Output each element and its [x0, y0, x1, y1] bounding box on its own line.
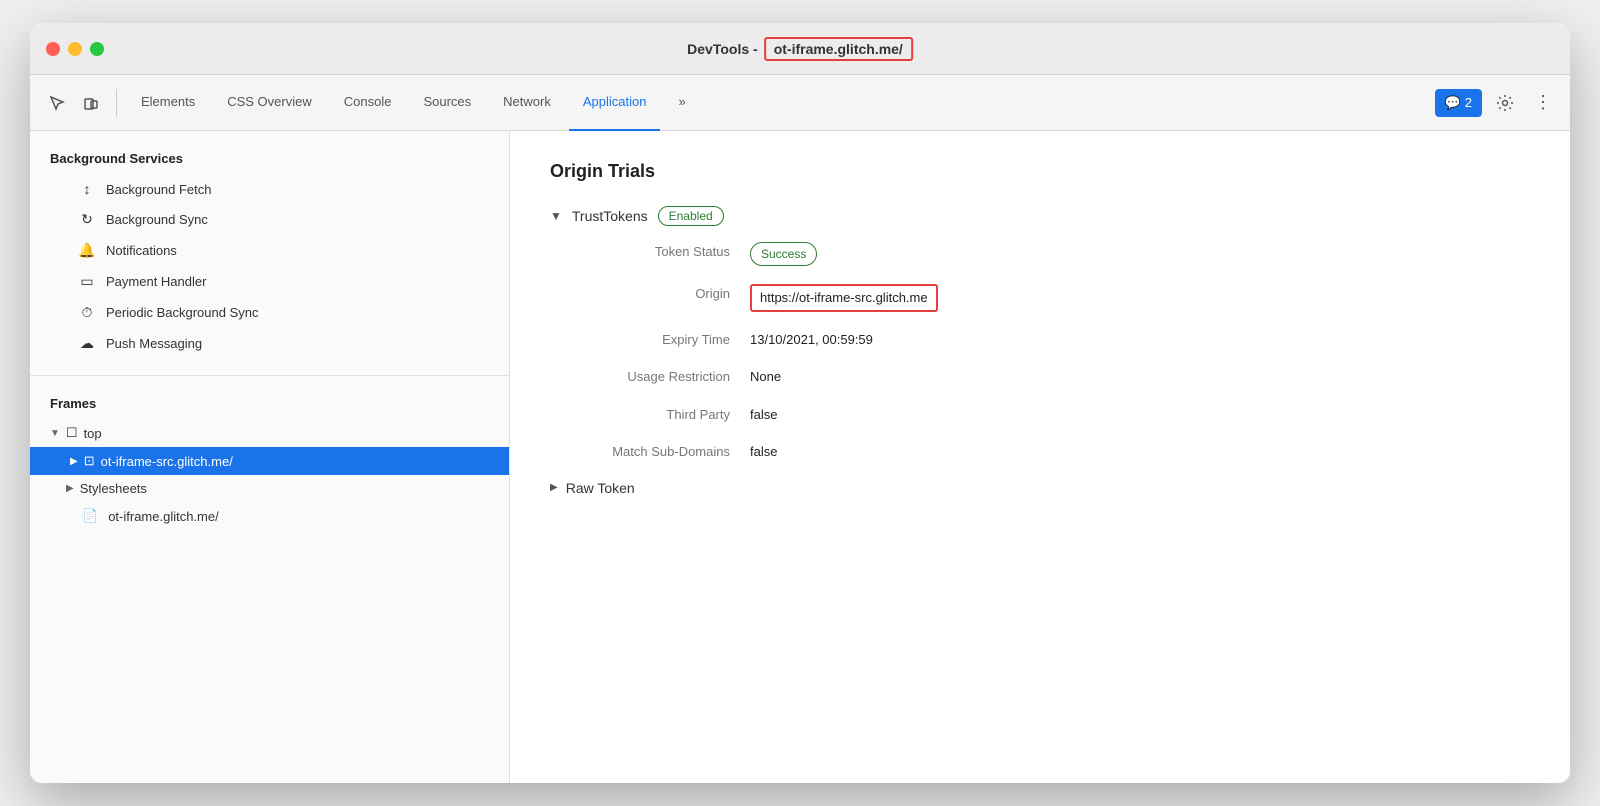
chat-icon: 💬	[1445, 95, 1461, 111]
origin-row: Origin https://ot-iframe-src.glitch.me	[550, 284, 1530, 312]
expiry-value: 13/10/2021, 00:59:59	[750, 330, 873, 350]
expiry-row: Expiry Time 13/10/2021, 00:59:59	[550, 330, 1530, 350]
tab-console[interactable]: Console	[330, 75, 406, 131]
frame-box-icon: ☐	[66, 425, 78, 441]
usage-label: Usage Restriction	[550, 367, 750, 387]
tab-elements[interactable]: Elements	[127, 75, 209, 131]
push-messaging-icon: ☁	[78, 335, 96, 352]
trial-name: TrustTokens	[572, 208, 648, 224]
content-panel: Origin Trials ▼ TrustTokens Enabled Toke…	[510, 131, 1570, 783]
sidebar-item-background-fetch[interactable]: ↕ Background Fetch	[30, 174, 509, 204]
traffic-lights	[46, 42, 104, 56]
titlebar-url: ot-iframe.glitch.me/	[764, 37, 913, 61]
expand-arrow-icon: ▶	[70, 456, 78, 467]
trial-section: ▼ TrustTokens Enabled Token Status Succe…	[550, 206, 1530, 496]
toolbar: Elements CSS Overview Console Sources Ne…	[30, 75, 1570, 131]
frame-top-label: top	[84, 426, 102, 441]
main-area: Background Services ↕ Background Fetch ↻…	[30, 131, 1570, 783]
sidebar-item-label: Payment Handler	[106, 274, 206, 289]
sidebar-item-label: Background Sync	[106, 212, 208, 227]
sidebar-item-label: Notifications	[106, 243, 177, 258]
background-services-title: Background Services	[30, 147, 509, 174]
titlebar-center: DevTools - ot-iframe.glitch.me/	[687, 37, 913, 61]
trial-arrow-icon: ▼	[550, 209, 562, 223]
third-party-row: Third Party false	[550, 405, 1530, 425]
file-icon: 📄	[82, 508, 98, 524]
token-status-value: Success	[750, 242, 817, 266]
usage-row: Usage Restriction None	[550, 367, 1530, 387]
tab-application[interactable]: Application	[569, 75, 661, 131]
detail-rows: Token Status Success Origin https://ot-i…	[550, 242, 1530, 462]
match-sub-value: false	[750, 442, 777, 462]
overflow-menu-button[interactable]: ⋮	[1528, 88, 1558, 118]
notifications-icon: 🔔	[78, 242, 96, 259]
token-status-row: Token Status Success	[550, 242, 1530, 266]
toolbar-right: 💬 2 ⋮	[1435, 88, 1558, 118]
stylesheets-arrow-icon: ▶	[66, 483, 74, 494]
content-title: Origin Trials	[550, 161, 1530, 182]
frame-child-label: ot-iframe-src.glitch.me/	[101, 454, 233, 469]
frame-iframe-icon: ⊡	[84, 453, 95, 469]
sidebar-item-payment-handler[interactable]: ▭ Payment Handler	[30, 266, 509, 297]
maximize-button[interactable]	[90, 42, 104, 56]
app-name: DevTools -	[687, 41, 758, 57]
trial-header[interactable]: ▼ TrustTokens Enabled	[550, 206, 1530, 226]
origin-label: Origin	[550, 284, 750, 304]
titlebar: DevTools - ot-iframe.glitch.me/	[30, 23, 1570, 75]
chat-button[interactable]: 💬 2	[1435, 89, 1482, 117]
payment-handler-icon: ▭	[78, 273, 96, 290]
settings-button[interactable]	[1490, 88, 1520, 118]
origin-value: https://ot-iframe-src.glitch.me	[750, 284, 938, 312]
toolbar-divider-1	[116, 89, 117, 117]
third-party-label: Third Party	[550, 405, 750, 425]
token-status-label: Token Status	[550, 242, 750, 262]
expiry-label: Expiry Time	[550, 330, 750, 350]
sidebar-item-push-messaging[interactable]: ☁ Push Messaging	[30, 328, 509, 359]
collapse-arrow-icon: ▼	[50, 428, 60, 439]
match-sub-row: Match Sub-Domains false	[550, 442, 1530, 462]
close-button[interactable]	[46, 42, 60, 56]
sidebar-item-label: Periodic Background Sync	[106, 305, 258, 320]
inspect-icon-btn[interactable]	[42, 88, 72, 118]
devtools-window: DevTools - ot-iframe.glitch.me/ Elements…	[30, 23, 1570, 783]
frames-title: Frames	[30, 392, 509, 419]
enabled-badge: Enabled	[658, 206, 724, 226]
background-fetch-icon: ↕	[78, 181, 96, 197]
frames-section: Frames ▼ ☐ top ▶ ⊡ ot-iframe-src.glitch.…	[30, 376, 509, 546]
sidebar-item-label: Background Fetch	[106, 182, 212, 197]
frame-child-selected[interactable]: ▶ ⊡ ot-iframe-src.glitch.me/	[30, 447, 509, 475]
device-toggle-btn[interactable]	[76, 88, 106, 118]
chat-count: 2	[1465, 95, 1472, 110]
tab-more[interactable]: »	[664, 75, 699, 131]
tab-css-overview[interactable]: CSS Overview	[213, 75, 326, 131]
frame-stylesheets-label: Stylesheets	[80, 481, 147, 496]
third-party-value: false	[750, 405, 777, 425]
raw-token-label: Raw Token	[566, 480, 635, 496]
tab-network[interactable]: Network	[489, 75, 565, 131]
match-sub-label: Match Sub-Domains	[550, 442, 750, 462]
sidebar: Background Services ↕ Background Fetch ↻…	[30, 131, 510, 783]
background-services-section: Background Services ↕ Background Fetch ↻…	[30, 131, 509, 376]
sidebar-item-periodic-background-sync[interactable]: ⏱ Periodic Background Sync	[30, 297, 509, 328]
sidebar-item-label: Push Messaging	[106, 336, 202, 351]
usage-value: None	[750, 367, 781, 387]
frame-stylesheets[interactable]: ▶ Stylesheets	[30, 475, 509, 502]
background-sync-icon: ↻	[78, 211, 96, 228]
periodic-sync-icon: ⏱	[78, 304, 96, 321]
sidebar-item-background-sync[interactable]: ↻ Background Sync	[30, 204, 509, 235]
frame-file-item[interactable]: 📄 ot-iframe.glitch.me/	[30, 502, 509, 530]
frame-top[interactable]: ▼ ☐ top	[30, 419, 509, 447]
raw-token-arrow-icon: ▶	[550, 482, 558, 493]
frame-file-label: ot-iframe.glitch.me/	[108, 509, 219, 524]
raw-token-header[interactable]: ▶ Raw Token	[550, 480, 1530, 496]
tab-sources[interactable]: Sources	[409, 75, 485, 131]
minimize-button[interactable]	[68, 42, 82, 56]
sidebar-item-notifications[interactable]: 🔔 Notifications	[30, 235, 509, 266]
